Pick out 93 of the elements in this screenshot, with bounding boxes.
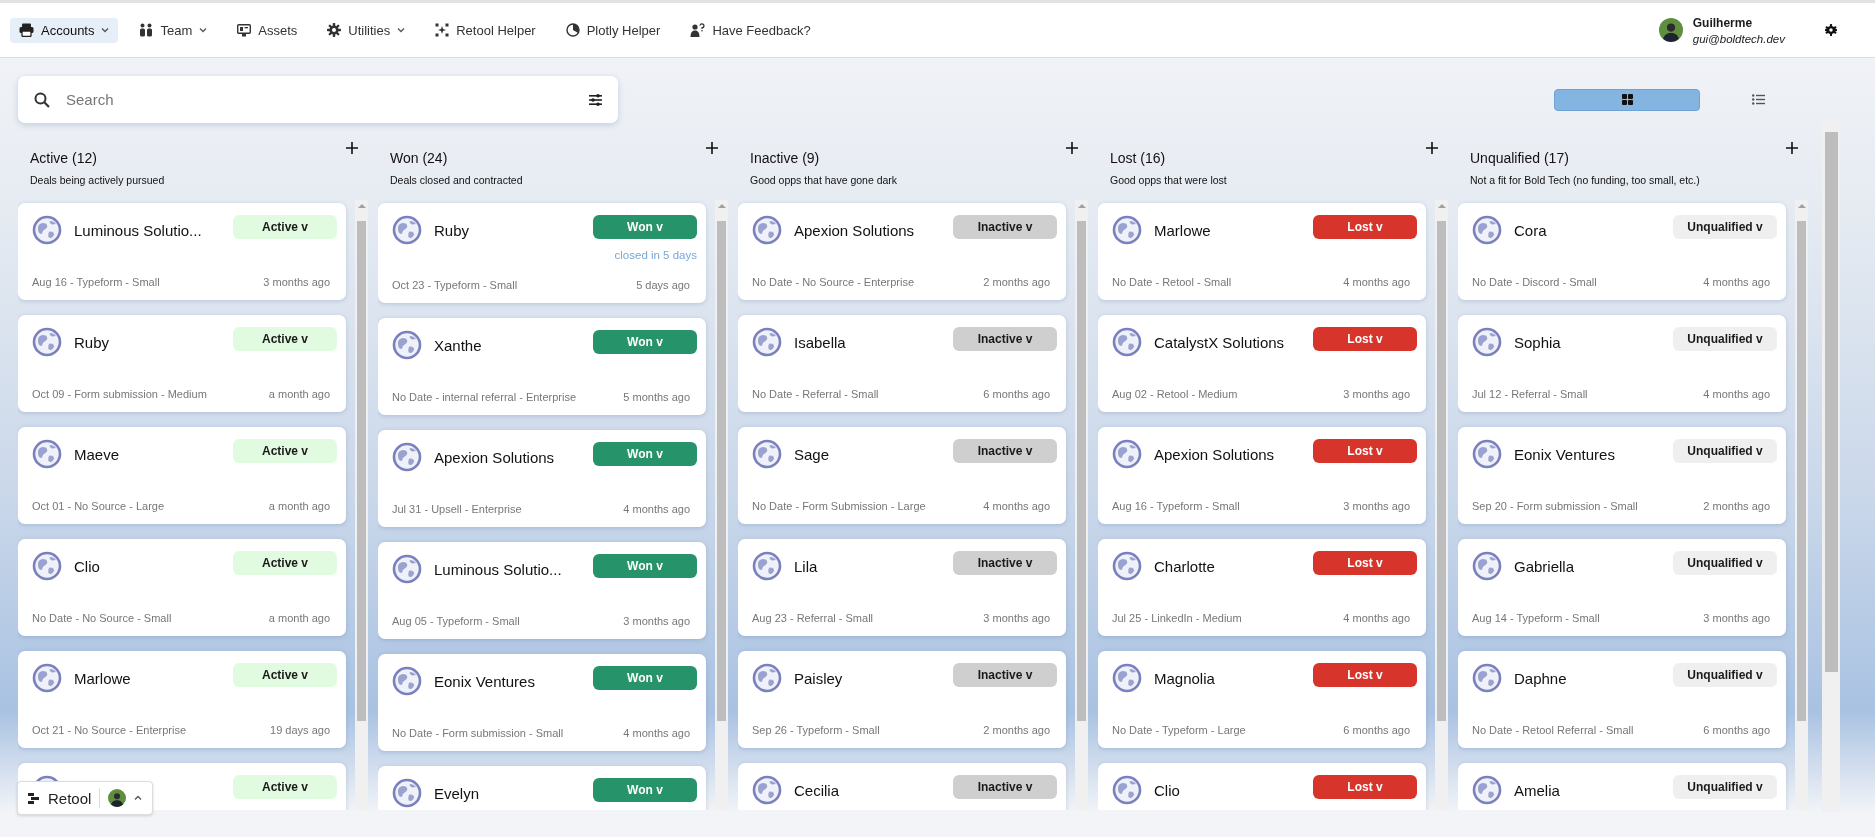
closed-note: closed in 5 days bbox=[614, 249, 697, 261]
deal-details: No Date - Form Submission - Large bbox=[752, 500, 926, 512]
deal-age: a month ago bbox=[268, 388, 330, 400]
deal-details: No Date - Retool - Small bbox=[1112, 276, 1232, 288]
deal-details: Aug 02 - Retool - Medium bbox=[1112, 388, 1238, 400]
deal-age: 6 months ago bbox=[983, 388, 1050, 400]
deal-name: Paisley bbox=[794, 670, 844, 687]
deal-name: Daphne bbox=[1514, 670, 1568, 687]
column-title: Active (12) bbox=[30, 150, 98, 166]
deal-name: Apexion Solutions bbox=[434, 449, 556, 466]
deal-age: 3 months ago bbox=[1343, 500, 1410, 512]
deal-age: 5 days ago bbox=[636, 279, 690, 291]
deal-name: Evelyn bbox=[434, 785, 481, 802]
deal-details: No Date - Form submission - Small bbox=[392, 727, 564, 739]
deal-age: 2 months ago bbox=[983, 276, 1050, 288]
deal-details: Aug 23 - Referral - Small bbox=[752, 612, 874, 624]
deal-details: No Date - Discord - Small bbox=[1472, 276, 1597, 288]
deal-name: Luminous Solutio... bbox=[74, 222, 203, 239]
deal-age: 3 months ago bbox=[623, 615, 690, 627]
deal-age: a month ago bbox=[268, 500, 330, 512]
user-email: gui@boldtech.dev bbox=[1692, 32, 1785, 45]
deal-details: No Date - Retool Referral - Small bbox=[1472, 724, 1634, 736]
deal-age: 6 months ago bbox=[1343, 724, 1410, 736]
column-title: Lost (16) bbox=[1110, 150, 1167, 166]
deal-name: Xanthe bbox=[434, 337, 483, 354]
deal-age: 3 months ago bbox=[1343, 388, 1410, 400]
deal-name: CatalystX Solutions bbox=[1154, 334, 1286, 351]
deal-details: Aug 14 - Typeform - Small bbox=[1472, 612, 1600, 624]
deal-name: Clio bbox=[74, 558, 101, 575]
deal-name: Eonix Ventures bbox=[1514, 446, 1616, 463]
deal-name: Ruby bbox=[74, 334, 111, 351]
deal-age: 3 months ago bbox=[1703, 612, 1770, 624]
column-description: Not a fit for Bold Tech (no funding, too small, etc.) bbox=[1470, 174, 1700, 186]
deal-name: Sage bbox=[794, 446, 831, 463]
deal-details: Oct 09 - Form submission - Medium bbox=[32, 388, 207, 400]
deal-details: Jul 25 - LinkedIn - Medium bbox=[1112, 612, 1242, 624]
deal-age: 3 months ago bbox=[983, 612, 1050, 624]
deal-name: Cecilia bbox=[794, 782, 840, 799]
deal-age: 6 months ago bbox=[1703, 724, 1770, 736]
deal-details: Oct 23 - Typeform - Small bbox=[392, 279, 518, 291]
deal-name: Gabriella bbox=[1514, 558, 1576, 575]
deal-age: 2 months ago bbox=[1703, 500, 1770, 512]
deal-age: a month ago bbox=[268, 612, 330, 624]
deal-name: Luminous Solutio... bbox=[434, 561, 563, 578]
deal-details: Aug 05 - Typeform - Small bbox=[392, 615, 520, 627]
deal-name: Charlotte bbox=[1154, 558, 1216, 575]
retool-label: Retool bbox=[48, 789, 92, 807]
deal-name: Apexion Solutions bbox=[1154, 446, 1276, 463]
deal-details: Aug 16 - Typeform - Small bbox=[32, 276, 160, 288]
deal-age: 4 months ago bbox=[623, 503, 690, 515]
user-name: Guilherme bbox=[1692, 15, 1754, 30]
deal-details: Jul 12 - Referral - Small bbox=[1472, 388, 1588, 400]
column-title: Inactive (9) bbox=[750, 150, 821, 166]
deal-age: 3 months ago bbox=[263, 276, 330, 288]
deal-name: Apexion Solutions bbox=[794, 222, 916, 239]
deal-age: 4 months ago bbox=[1703, 276, 1770, 288]
deal-age: 4 months ago bbox=[1343, 612, 1410, 624]
deal-details: No Date - No Source - Enterprise bbox=[752, 276, 914, 288]
deal-age: 2 months ago bbox=[983, 724, 1050, 736]
deal-details: Jul 31 - Upsell - Enterprise bbox=[392, 503, 522, 515]
deal-name: Maeve bbox=[74, 446, 121, 463]
deal-age: 4 months ago bbox=[623, 727, 690, 739]
deal-name: Clio bbox=[1154, 782, 1181, 799]
column-description: Deals being actively pursued bbox=[30, 174, 165, 186]
deal-name: Lila bbox=[794, 558, 819, 575]
column-description: Good opps that were lost bbox=[1110, 174, 1227, 186]
deal-details: Oct 21 - No Source - Enterprise bbox=[32, 724, 187, 736]
column-description: Deals closed and contracted bbox=[390, 174, 523, 186]
deal-name: Sophia bbox=[1514, 334, 1562, 351]
deal-name: Amelia bbox=[1514, 782, 1561, 799]
column-title: Won (24) bbox=[390, 150, 449, 166]
deal-details: No Date - No Source - Small bbox=[32, 612, 172, 624]
deal-name: Marlowe bbox=[1154, 222, 1212, 239]
column-description: Good opps that have gone dark bbox=[750, 174, 898, 186]
deal-name: Eonix Ventures bbox=[434, 673, 536, 690]
column-title: Unqualified (17) bbox=[1470, 150, 1570, 166]
deal-name: Ruby bbox=[434, 222, 471, 239]
deal-age: 4 months ago bbox=[1703, 388, 1770, 400]
deal-details: Sep 20 - Form submission - Small bbox=[1472, 500, 1638, 512]
deal-name: Cora bbox=[1514, 222, 1548, 239]
deal-age: 4 months ago bbox=[1343, 276, 1410, 288]
deal-details: Aug 16 - Typeform - Small bbox=[1112, 500, 1240, 512]
deal-details: Oct 01 - No Source - Large bbox=[32, 500, 165, 512]
deal-name: Marlowe bbox=[74, 670, 132, 687]
deal-name: Magnolia bbox=[1154, 670, 1216, 687]
deal-details: No Date - Typeform - Large bbox=[1112, 724, 1246, 736]
deal-age: 5 months ago bbox=[623, 391, 690, 403]
deal-name: Isabella bbox=[794, 334, 847, 351]
deal-age: 4 months ago bbox=[983, 500, 1050, 512]
deal-details: No Date - internal referral - Enterprise bbox=[392, 391, 576, 403]
deal-details: Sep 26 - Typeform - Small bbox=[752, 724, 880, 736]
deal-details: No Date - Referral - Small bbox=[752, 388, 879, 400]
deal-age: 19 days ago bbox=[270, 724, 330, 736]
